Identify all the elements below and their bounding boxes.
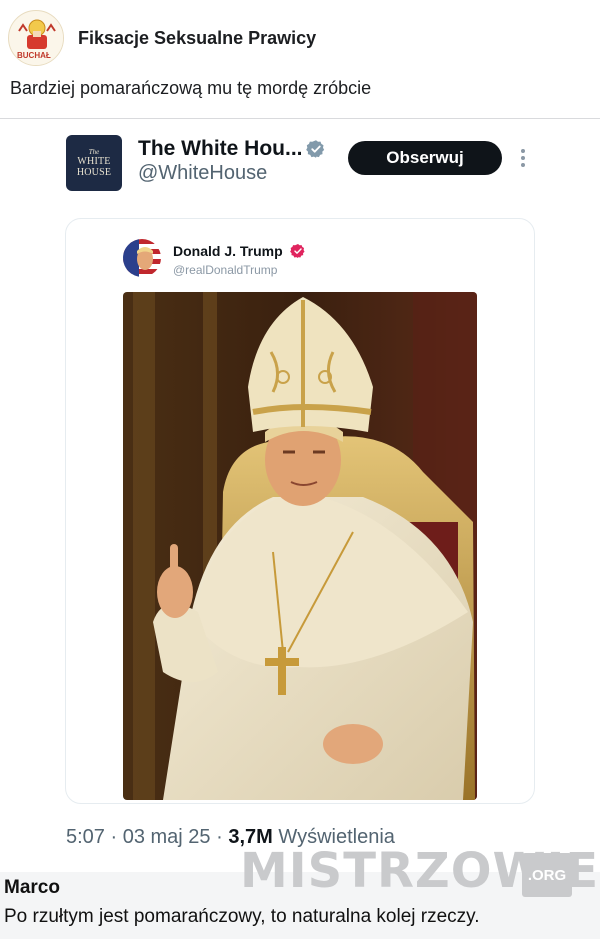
verified-badge-icon [306, 140, 325, 158]
more-options-icon[interactable] [514, 144, 532, 172]
follow-button[interactable]: Obserwuj [348, 141, 502, 175]
group-avatar-text: BUCHAŁ [17, 51, 51, 60]
flag-avatar-icon [123, 239, 161, 277]
quoted-author-name[interactable]: Donald J. Trump [173, 243, 283, 259]
tweet-date[interactable]: 03 maj 25 [123, 826, 211, 848]
group-name[interactable]: Fiksacje Seksualne Prawicy [78, 28, 316, 49]
post-text: Bardziej pomarańczową mu tę mordę zróbci… [10, 78, 372, 98]
post-header: BUCHAŁ Fiksacje Seksualne Prawicy [8, 10, 592, 66]
divider [0, 118, 600, 119]
group-avatar[interactable]: BUCHAŁ [8, 10, 64, 66]
watermark-tld: .ORG [522, 853, 572, 897]
trump-avatar[interactable] [123, 239, 161, 277]
comment-author[interactable]: Marco [4, 877, 60, 899]
verified-badge-icon [290, 244, 305, 258]
comment-text: Po rzułtym jest pomarańczowy, to natural… [4, 906, 480, 927]
quoted-author-handle[interactable]: @realDonaldTrump [173, 263, 277, 277]
tweet-author-name[interactable]: The White Hou... [138, 137, 302, 161]
tweet-author-handle[interactable]: @WhiteHouse [138, 162, 267, 185]
tweet-time[interactable]: 5:07 [66, 826, 105, 848]
avatar-line1: WHITE [77, 156, 111, 167]
avatar-small-text: The [88, 148, 100, 156]
avatar-line2: HOUSE [76, 167, 112, 178]
whitehouse-avatar[interactable]: The WHITE HOUSE [66, 135, 122, 191]
pope-portrait-image[interactable] [123, 292, 477, 800]
